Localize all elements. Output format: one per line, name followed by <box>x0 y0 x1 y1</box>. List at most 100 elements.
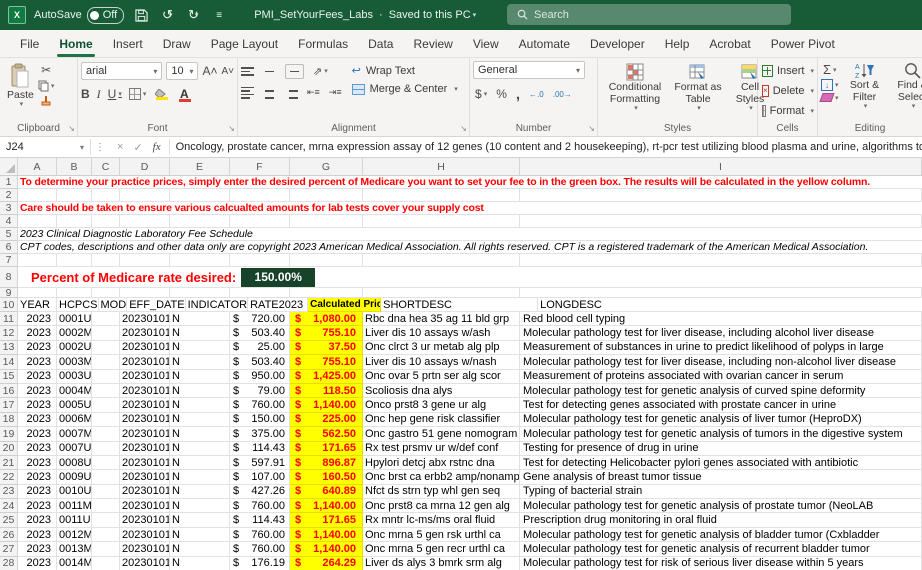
name-box[interactable]: J24 ▾ <box>0 137 90 157</box>
cell-E19[interactable]: N <box>170 427 230 441</box>
cell-I18[interactable]: Molecular pathology test for genetic ana… <box>520 413 922 427</box>
cell-E9[interactable] <box>170 288 230 298</box>
align-top-icon[interactable] <box>241 67 254 76</box>
font-size-select[interactable]: 10 <box>166 62 198 80</box>
cell-B12[interactable]: 0002M <box>57 326 92 340</box>
row-header-2[interactable]: 2 <box>0 189 18 202</box>
cell-F12[interactable]: $503.40 <box>230 326 290 340</box>
cell-I27[interactable]: Molecular pathology test for genetic ana… <box>520 542 922 556</box>
cell-A17[interactable]: 2023 <box>18 398 57 412</box>
row-header-18[interactable]: 18 <box>0 413 18 427</box>
cell-A11[interactable]: 2023 <box>18 312 57 326</box>
cell-I26[interactable]: Molecular pathology test for genetic ana… <box>520 528 922 542</box>
cell-E24[interactable]: N <box>170 499 230 513</box>
cell-B17[interactable]: 0005U <box>57 398 92 412</box>
autosave-toggle[interactable]: Off <box>87 7 124 24</box>
enter-icon[interactable]: ✓ <box>133 141 142 154</box>
column-header-A[interactable]: A <box>18 158 57 176</box>
autosum-icon[interactable]: Σ <box>821 62 839 77</box>
cell-A16[interactable]: 2023 <box>18 384 57 398</box>
cell-A20[interactable]: 2023 <box>18 442 57 456</box>
cell-H7[interactable] <box>363 254 520 267</box>
cell-G24[interactable]: $1,140.00 <box>290 499 363 513</box>
row-header-9[interactable]: 9 <box>0 288 18 298</box>
cell-B16[interactable]: 0004M <box>57 384 92 398</box>
cell-H12[interactable]: Liver dis 10 assays w/ash <box>363 326 520 340</box>
cell-I28[interactable]: Molecular pathology test for risk of ser… <box>520 557 922 570</box>
menu-icon[interactable]: ≡ <box>210 6 228 24</box>
increase-font-icon[interactable]: A˄ <box>202 64 217 78</box>
cell-H2[interactable] <box>363 189 520 202</box>
tab-home[interactable]: Home <box>49 32 102 57</box>
column-header-B[interactable]: B <box>57 158 92 176</box>
cell-A5[interactable]: 2023 Clinical Diagnostic Laboratory Fee … <box>18 228 922 241</box>
cell-I23[interactable]: Typing of bacterial strain <box>520 485 922 499</box>
column-header-F[interactable]: F <box>230 158 290 176</box>
cell-C26[interactable] <box>92 528 120 542</box>
cell-E10[interactable]: INDICATOR <box>186 298 249 312</box>
cell-H10[interactable]: SHORTDESC <box>381 298 538 312</box>
sort-filter-button[interactable]: AZ Sort & Filter <box>843 61 887 120</box>
font-dialog-launcher-icon[interactable]: ↘ <box>228 125 235 133</box>
tab-data[interactable]: Data <box>358 32 403 57</box>
cell-I11[interactable]: Red blood cell typing <box>520 312 922 326</box>
cell-E23[interactable]: N <box>170 485 230 499</box>
cell-F23[interactable]: $427.26 <box>230 485 290 499</box>
cell-G20[interactable]: $171.65 <box>290 442 363 456</box>
cell-A13[interactable]: 2023 <box>18 341 57 355</box>
cell-F14[interactable]: $503.40 <box>230 355 290 369</box>
cell-F22[interactable]: $107.00 <box>230 470 290 484</box>
align-middle-icon[interactable] <box>263 67 276 76</box>
cell-A22[interactable]: 2023 <box>18 470 57 484</box>
cell-D2[interactable] <box>120 189 170 202</box>
cell-B18[interactable]: 0006M <box>57 413 92 427</box>
cell-B14[interactable]: 0003M <box>57 355 92 369</box>
cell-C23[interactable] <box>92 485 120 499</box>
cell-C14[interactable] <box>92 355 120 369</box>
cell-F17[interactable]: $760.00 <box>230 398 290 412</box>
cell-D25[interactable]: 20230101 <box>120 513 170 527</box>
cell-F7[interactable] <box>230 254 290 267</box>
cell-D19[interactable]: 20230101 <box>120 427 170 441</box>
redo-icon[interactable]: ↻▾ <box>184 6 202 24</box>
cell-F10[interactable]: RATE2023 <box>248 298 308 312</box>
cell-H26[interactable]: Onc mrna 5 gen rsk urthl ca <box>363 528 520 542</box>
cell-I7[interactable] <box>520 254 922 267</box>
tab-power-pivot[interactable]: Power Pivot <box>761 32 845 57</box>
cell-I16[interactable]: Molecular pathology test for genetic ana… <box>520 384 922 398</box>
cell-C19[interactable] <box>92 427 120 441</box>
row-header-4[interactable]: 4 <box>0 215 18 228</box>
cell-F24[interactable]: $760.00 <box>230 499 290 513</box>
cell-B15[interactable]: 0003U <box>57 370 92 384</box>
cell-G17[interactable]: $1,140.00 <box>290 398 363 412</box>
cell-F15[interactable]: $950.00 <box>230 370 290 384</box>
cell-A24[interactable]: 2023 <box>18 499 57 513</box>
cell-C22[interactable] <box>92 470 120 484</box>
cell-A28[interactable]: 2023 <box>18 557 57 570</box>
cell-G4[interactable] <box>290 215 363 228</box>
merge-center-button[interactable]: Merge & Center <box>352 83 458 95</box>
column-header-D[interactable]: D <box>120 158 170 176</box>
decrease-decimal-icon[interactable]: .00→ <box>553 90 572 99</box>
format-as-table-button[interactable]: Format as Table <box>669 61 727 120</box>
cell-H18[interactable]: Onc hep gene risk classifier <box>363 413 520 427</box>
insert-function-icon[interactable]: fx <box>153 141 161 153</box>
cell-H11[interactable]: Rbc dna hea 35 ag 11 bld grp <box>363 312 520 326</box>
cell-A8[interactable]: Percent of Medicare rate desired:150.00% <box>18 267 922 288</box>
cancel-icon[interactable]: × <box>117 141 123 153</box>
cell-H22[interactable]: Onc brst ca erbb2 amp/nonamp <box>363 470 520 484</box>
row-header-16[interactable]: 16 <box>0 384 18 398</box>
row-header-21[interactable]: 21 <box>0 456 18 470</box>
row-header-17[interactable]: 17 <box>0 398 18 412</box>
cell-H20[interactable]: Rx test prsmv ur w/def conf <box>363 442 520 456</box>
row-header-19[interactable]: 19 <box>0 427 18 441</box>
tab-page-layout[interactable]: Page Layout <box>201 32 288 57</box>
tab-insert[interactable]: Insert <box>103 32 153 57</box>
cell-E27[interactable]: N <box>170 542 230 556</box>
cell-E25[interactable]: N <box>170 513 230 527</box>
row-header-6[interactable]: 6 <box>0 241 18 254</box>
cell-C17[interactable] <box>92 398 120 412</box>
cell-D14[interactable]: 20230101 <box>120 355 170 369</box>
align-right-icon[interactable] <box>285 87 298 99</box>
cell-A27[interactable]: 2023 <box>18 542 57 556</box>
